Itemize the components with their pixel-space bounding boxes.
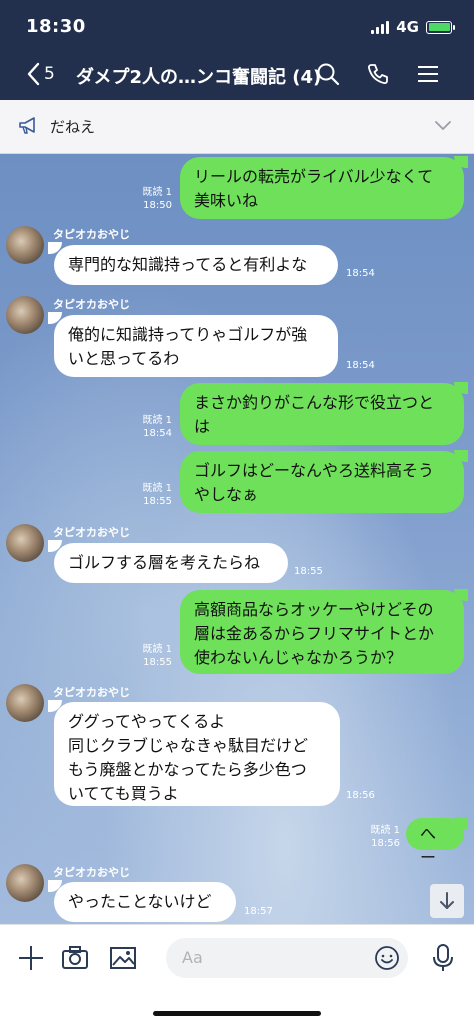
sender-name: タピオカおやじ [53,526,130,539]
avatar[interactable] [6,524,44,562]
message-meta: 既読 1 18:54 [142,415,172,439]
message-meta: 既読 1 18:56 [370,825,400,849]
my-message-bubble[interactable]: 高額商品ならオッケーやけどその 層は金あるからフリマサイトとか 使わないんじゃなかろ… [180,590,464,674]
my-message-bubble[interactable]: ゴルフはどーなんやろ送料高そう やしなぁ [180,451,464,513]
network-label: 4G [396,18,419,36]
message-meta: 既読 1 18:50 [142,187,172,211]
megaphone-icon [18,117,38,139]
sender-name: タピオカおやじ [53,228,130,241]
message-meta: 既読 1 18:55 [142,483,172,507]
avatar[interactable] [6,296,44,334]
scroll-to-bottom-button[interactable] [430,884,464,918]
nav-bar: 5 ダメプ2人の…ンコ奮闘記 (4) [0,52,474,98]
message-time: 18:54 [346,268,375,279]
chevron-down-icon[interactable] [434,116,452,135]
plus-icon[interactable] [16,943,46,973]
sender-name: タピオカおやじ [53,686,130,699]
chevron-left-icon [27,62,40,86]
chat-area[interactable]: リールの転売がライバル少なくて 美味いね 既読 1 18:50 タピオカおやじ 専門… [0,154,474,924]
chat-title: ダメプ2人の…ンコ奮闘記 (4) [76,67,322,88]
sender-name: タピオカおやじ [53,866,130,879]
avatar[interactable] [6,684,44,722]
back-count: 5 [44,64,55,84]
signal-icon [371,20,390,34]
phone-icon[interactable] [366,62,390,86]
image-icon[interactable] [108,943,138,973]
input-placeholder: Aa [182,948,203,967]
menu-icon[interactable] [416,62,440,86]
camera-icon[interactable] [60,943,90,973]
header-bar: 18:30 4G 5 ダメプ2人の…ンコ奮闘記 (4) [0,0,474,100]
avatar[interactable] [6,226,44,264]
sender-name: タピオカおやじ [53,298,130,311]
message-input[interactable]: Aa [166,938,408,978]
announcement-text: だねえ [50,118,96,136]
message-meta: 既読 1 18:55 [142,644,172,668]
search-icon[interactable] [316,62,340,86]
other-message-bubble[interactable]: 俺的に知識持ってりゃゴルフが強 いと思ってるわ [54,315,338,377]
message-time: 18:57 [244,906,273,917]
message-time: 18:54 [346,360,375,371]
my-message-bubble[interactable]: リールの転売がライバル少なくて 美味いね [180,157,464,219]
avatar[interactable] [6,864,44,902]
other-message-bubble[interactable]: ググってやってくるよ 同じクラブじゃなきゃ駄目だけど もう廃盤とかなってたら多少色つ… [54,702,340,806]
message-time: 18:55 [294,566,323,577]
microphone-icon[interactable] [428,943,458,973]
status-indicators: 4G [371,18,455,36]
arrow-down-icon [440,892,454,909]
battery-icon [426,20,455,34]
status-time: 18:30 [26,16,86,37]
other-message-bubble[interactable]: ゴルフする層を考えたらね [54,543,288,583]
emoji-icon[interactable] [374,945,400,975]
message-input-bar: Aa [0,924,474,1024]
other-message-bubble[interactable]: 専門的な知識持ってると有利よな [54,245,338,285]
announcement-bar[interactable]: だねえ [0,100,474,154]
back-button[interactable]: 5 [26,62,55,86]
message-time: 18:56 [346,790,375,801]
my-message-bubble[interactable]: まさか釣りがこんな形で役立つとは [180,383,464,445]
home-indicator [153,1011,321,1016]
other-message-bubble[interactable]: やったことないけど [54,882,236,922]
